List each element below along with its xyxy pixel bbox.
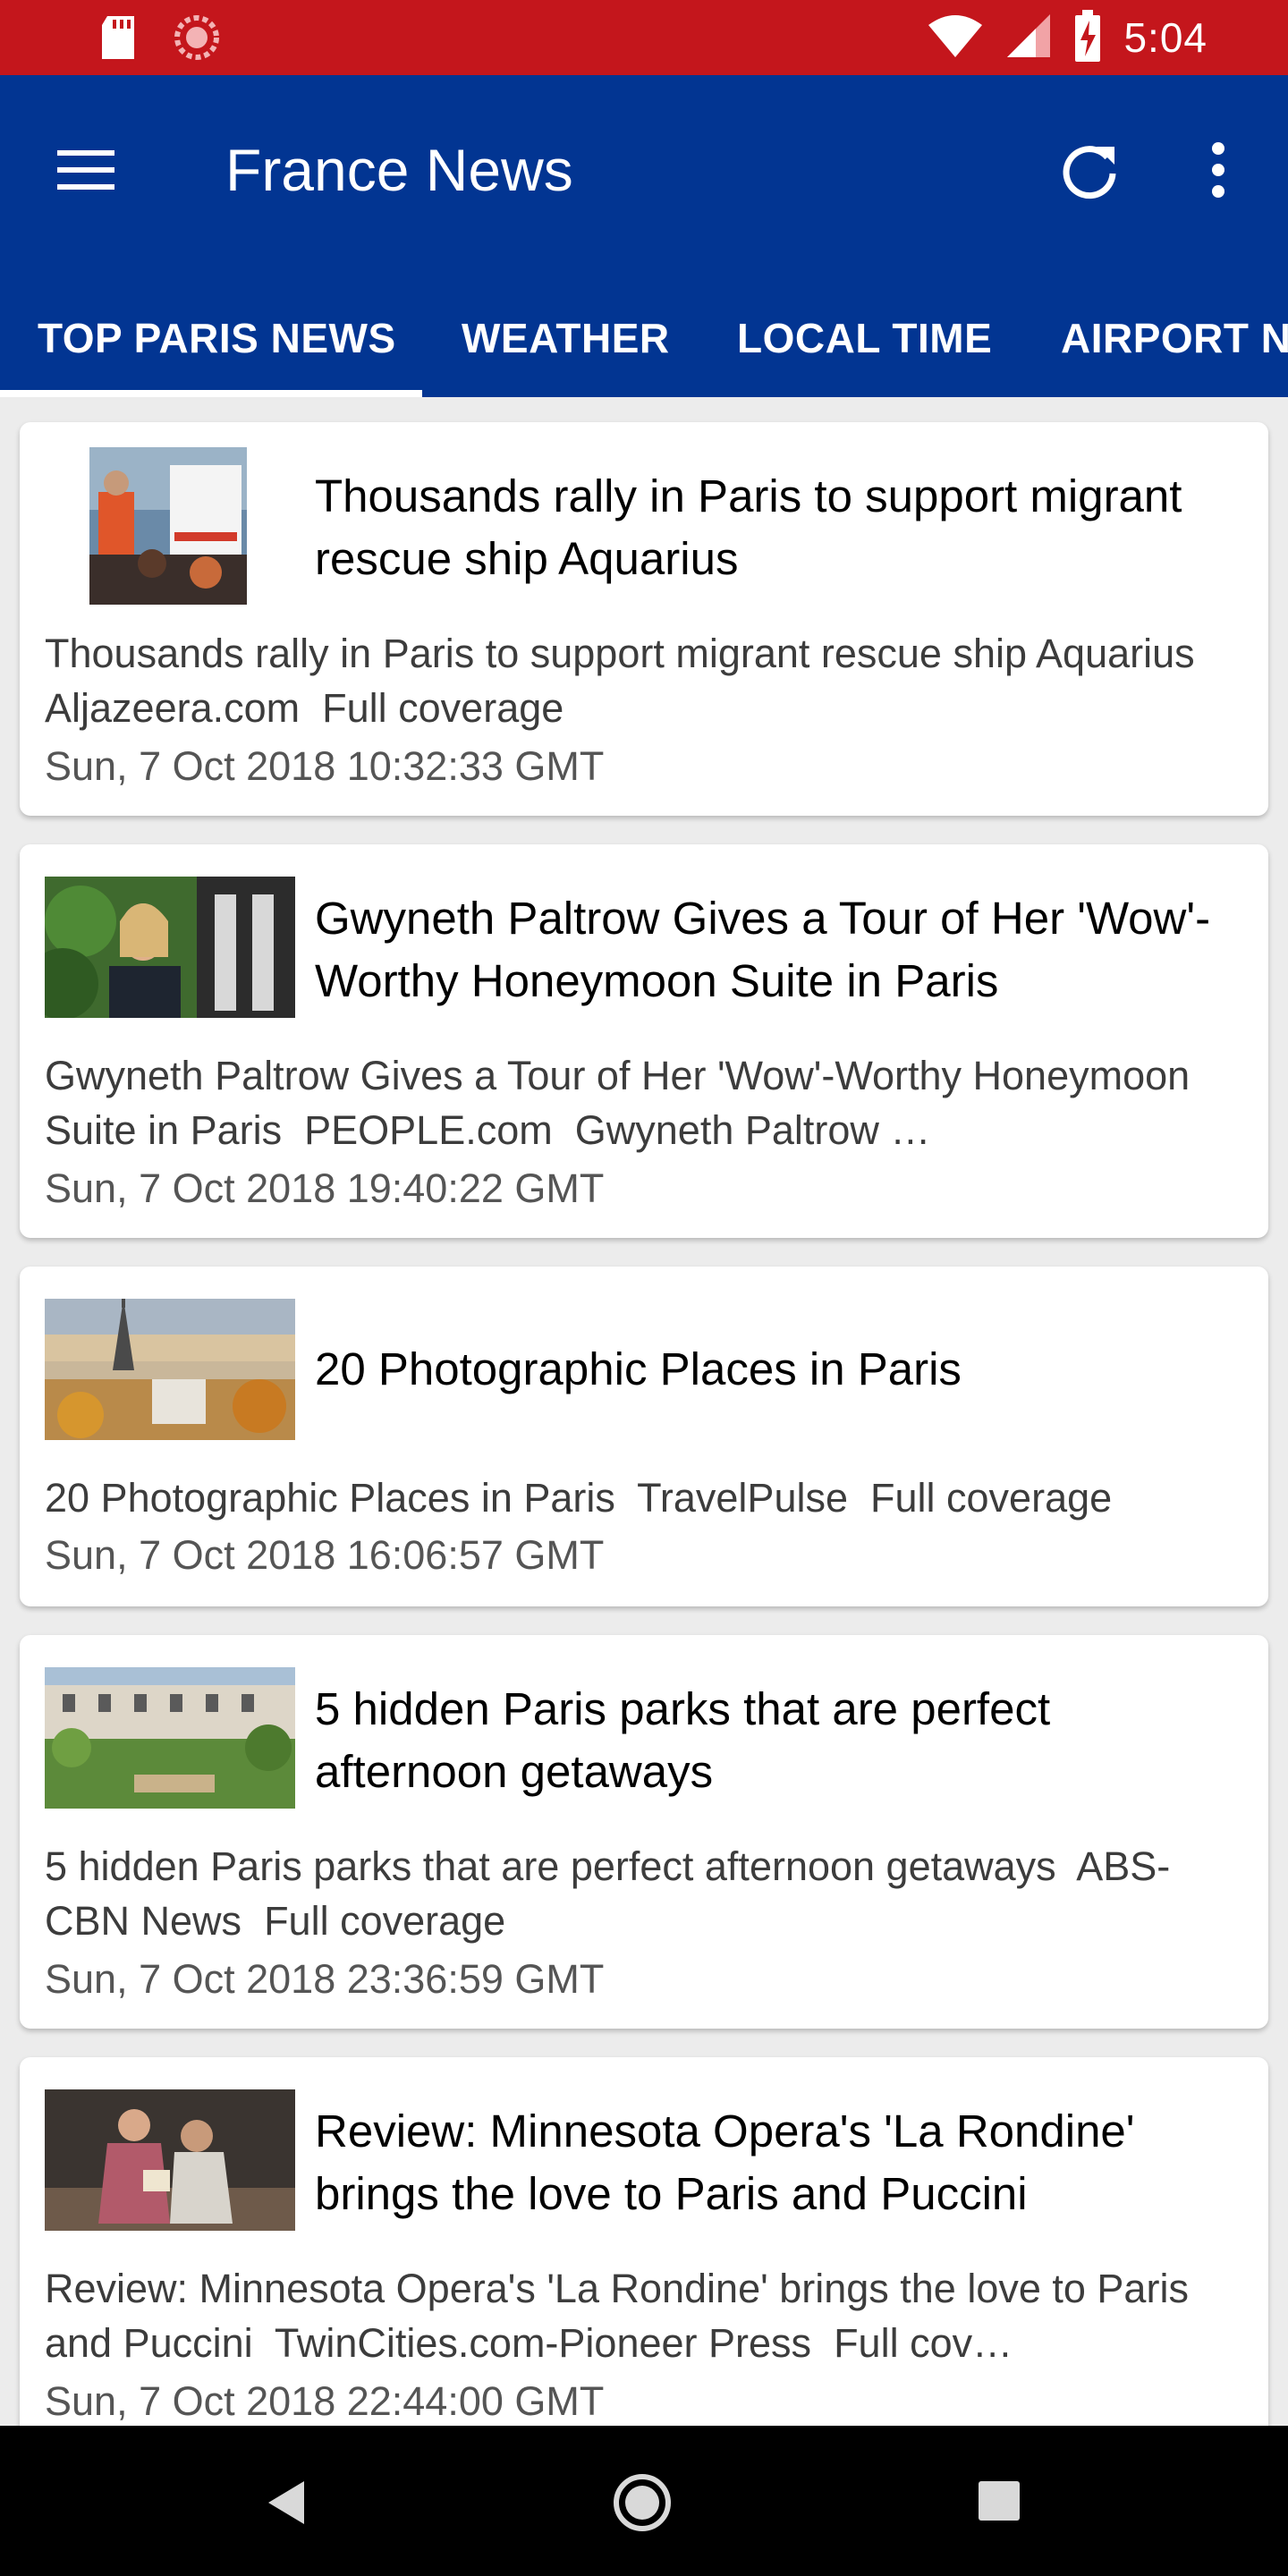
article-thumbnail <box>45 1667 295 1809</box>
article-summary: 20 Photographic Places in Paris TravelPu… <box>45 1470 1233 1525</box>
article-headline[interactable]: Review: Minnesota Opera's 'La Rondine' b… <box>315 2100 1233 2225</box>
system-nav-bar <box>0 2426 1288 2576</box>
summary-text: Thousands rally in Paris to support migr… <box>45 631 1195 676</box>
article-date: Sun, 7 Oct 2018 10:32:33 GMT <box>45 743 605 789</box>
article-headline[interactable]: 20 Photographic Places in Paris <box>315 1338 1233 1401</box>
summary-text: 5 hidden Paris parks that are perfect af… <box>45 1843 1056 1889</box>
article-date: Sun, 7 Oct 2018 22:44:00 GMT <box>45 2378 605 2424</box>
app-title: France News <box>225 137 573 203</box>
full-coverage-link[interactable]: Full coverage <box>322 685 564 731</box>
full-coverage-link[interactable]: Full coverage <box>264 1898 505 1944</box>
article-headline[interactable]: Gwyneth Paltrow Gives a Tour of Her 'Wow… <box>315 887 1233 1013</box>
article-source[interactable]: TravelPulse <box>637 1475 848 1521</box>
article-headline[interactable]: Thousands rally in Paris to support migr… <box>315 465 1233 590</box>
article-date: Sun, 7 Oct 2018 23:36:59 GMT <box>45 1956 605 2002</box>
article-summary: 5 hidden Paris parks that are perfect af… <box>45 1839 1233 1948</box>
sync-icon <box>174 14 220 65</box>
news-card[interactable]: 20 Photographic Places in Paris 20 Photo… <box>20 1267 1268 1606</box>
article-summary: Review: Minnesota Opera's 'La Rondine' b… <box>45 2261 1233 2370</box>
home-icon[interactable] <box>612 2472 673 2538</box>
wifi-icon <box>927 13 984 64</box>
full-coverage-link[interactable]: Full cov… <box>834 2320 1013 2366</box>
cell-signal-icon <box>1005 13 1052 64</box>
news-card[interactable]: Gwyneth Paltrow Gives a Tour of Her 'Wow… <box>20 844 1268 1238</box>
article-summary: Gwyneth Paltrow Gives a Tour of Her 'Wow… <box>45 1048 1233 1157</box>
article-thumbnail <box>89 447 247 605</box>
article-thumbnail <box>45 1299 295 1440</box>
article-source[interactable]: PEOPLE.com <box>304 1107 553 1153</box>
battery-charging-icon <box>1073 9 1102 66</box>
article-thumbnail <box>45 2089 295 2231</box>
status-bar: 5:04 <box>0 0 1288 75</box>
news-card[interactable]: Review: Minnesota Opera's 'La Rondine' b… <box>20 2057 1268 2426</box>
news-card[interactable]: Thousands rally in Paris to support migr… <box>20 422 1268 816</box>
tab-indicator <box>0 390 422 397</box>
article-date: Sun, 7 Oct 2018 16:06:57 GMT <box>45 1532 605 1578</box>
news-card[interactable]: 5 hidden Paris parks that are perfect af… <box>20 1635 1268 2029</box>
article-headline[interactable]: 5 hidden Paris parks that are perfect af… <box>315 1678 1233 1803</box>
article-summary: Thousands rally in Paris to support migr… <box>45 626 1233 735</box>
article-source[interactable]: TwinCities.com-Pioneer Press <box>275 2320 811 2366</box>
tab-airport-news[interactable]: AIRPORT NEWS <box>1061 281 1288 394</box>
recent-apps-icon[interactable] <box>979 2481 1020 2521</box>
article-thumbnail <box>45 877 295 1018</box>
full-coverage-link[interactable]: Full coverage <box>870 1475 1112 1521</box>
tab-bar: TOP PARIS NEWS WEATHER LOCAL TIME AIRPOR… <box>0 281 1288 397</box>
sd-card-icon <box>98 14 138 65</box>
tab-weather[interactable]: WEATHER <box>462 281 670 394</box>
back-icon[interactable] <box>265 2479 308 2530</box>
article-source[interactable]: Aljazeera.com <box>45 685 300 731</box>
hamburger-menu-icon[interactable] <box>54 138 118 202</box>
status-time: 5:04 <box>1123 14 1208 61</box>
article-date: Sun, 7 Oct 2018 19:40:22 GMT <box>45 1165 605 1211</box>
news-feed[interactable]: Thousands rally in Paris to support migr… <box>0 397 1288 2426</box>
app-bar: France News TOP PARIS NEWS WEATHER LOCAL… <box>0 75 1288 397</box>
tab-top-paris-news[interactable]: TOP PARIS NEWS <box>38 281 396 394</box>
summary-text: 20 Photographic Places in Paris <box>45 1475 615 1521</box>
full-coverage-link[interactable]: Gwyneth Paltrow … <box>575 1107 931 1153</box>
tab-local-time[interactable]: LOCAL TIME <box>737 281 992 394</box>
more-vert-icon[interactable] <box>1199 136 1238 204</box>
refresh-icon[interactable] <box>1055 136 1123 204</box>
